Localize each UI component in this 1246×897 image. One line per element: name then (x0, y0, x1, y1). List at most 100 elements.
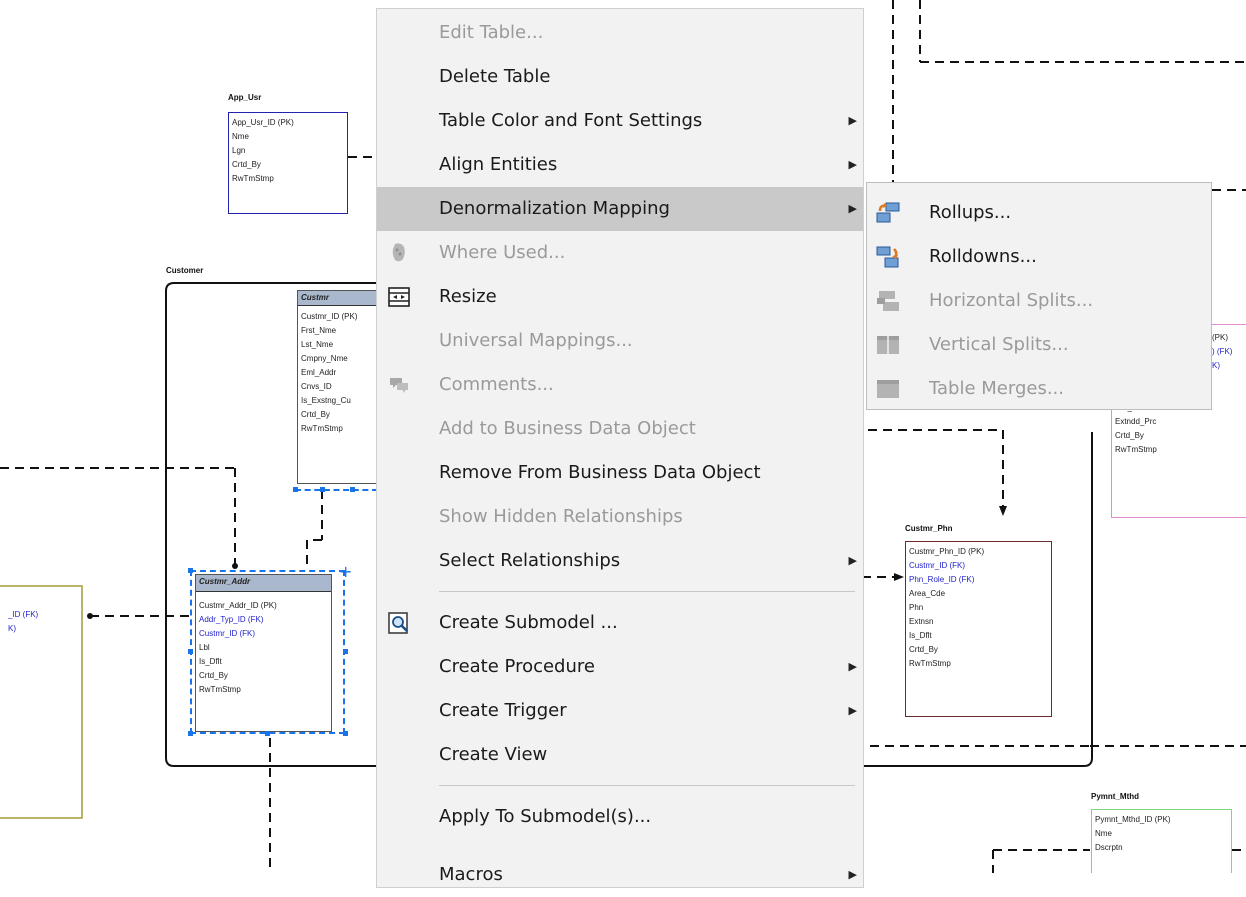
submenu-item-label: Rolldowns... (929, 246, 1037, 267)
entity-row: Crtd_By (909, 645, 938, 654)
selection-handle[interactable] (188, 568, 193, 573)
menu-item-label: Delete Table (439, 66, 551, 87)
submenu-item-label: Table Merges... (929, 378, 1064, 399)
menu-item-create-trigger[interactable]: Create Trigger ▶ (377, 689, 863, 733)
entity-row: K) (8, 624, 16, 633)
group-title-customer: Customer (166, 266, 204, 275)
submenu-item-table-merges[interactable]: Table Merges... (867, 367, 1211, 411)
entity-row: Crtd_By (232, 160, 261, 169)
entity-row: Is_Dflt (909, 631, 932, 640)
menu-item-edit-table[interactable]: Edit Table... (377, 11, 863, 55)
menu-item-macros[interactable]: Macros ▶ (377, 853, 863, 897)
selection-outline (295, 489, 378, 491)
vertical-splits-icon (877, 336, 899, 354)
menu-item-label: Create Trigger (439, 700, 567, 721)
entity-row: Phn_Role_ID (FK) (909, 575, 975, 584)
menu-item-create-procedure[interactable]: Create Procedure ▶ (377, 645, 863, 689)
entity-custmr[interactable]: Custmr Custmr_ID (PK) Frst_Nme Lst_Nme C… (297, 290, 378, 484)
entity-row: Dscrptn (1095, 843, 1123, 852)
entity-row: Area_Cde (909, 589, 946, 598)
entity-row: Crtd_By (301, 410, 330, 419)
menu-item-label: Comments... (439, 374, 554, 395)
menu-item-universal-mappings[interactable]: Universal Mappings... (377, 319, 863, 363)
menu-item-select-relationships[interactable]: Select Relationships ▶ (377, 539, 863, 583)
menu-item-resize[interactable]: Resize (377, 275, 863, 319)
entity-row: RwTmStmp (232, 174, 274, 183)
menu-item-label: Add to Business Data Object (439, 418, 696, 439)
submenu-arrow-icon: ▶ (848, 158, 857, 171)
entity-row: Lst_Nme (301, 340, 334, 349)
comments-icon (390, 378, 408, 393)
entity-left-olive[interactable]: _ID (FK) K) (0, 608, 80, 638)
entity-row: _ID (FK) (8, 610, 39, 619)
denormalization-submenu: Rollups... Rolldowns... Horizontal Split… (866, 182, 1212, 410)
rollups-icon (876, 202, 900, 223)
submenu-item-horizontal-splits[interactable]: Horizontal Splits... (867, 279, 1211, 323)
menu-item-label: Select Relationships (439, 550, 621, 571)
entity-row: Custmr_Phn_ID (PK) (909, 547, 985, 556)
menu-item-show-hidden-relationships[interactable]: Show Hidden Relationships (377, 495, 863, 539)
menu-item-label: Show Hidden Relationships (439, 506, 683, 527)
menu-item-label: Create Procedure (439, 656, 595, 677)
menu-item-label: Remove From Business Data Object (439, 462, 761, 483)
menu-item-label: Apply To Submodel(s)... (439, 806, 652, 827)
entity-row: Frst_Nme (301, 326, 337, 335)
entity-pymnt-mthd[interactable]: Pymnt_Mthd_ID (PK) Nme Dscrptn (1091, 809, 1232, 873)
submenu-arrow-icon: ▶ (848, 114, 857, 127)
entity-header: Custmr (298, 291, 378, 306)
menu-item-apply-to-submodels[interactable]: Apply To Submodel(s)... (377, 795, 863, 839)
menu-item-comments[interactable]: Comments... (377, 363, 863, 407)
resize-icon (388, 287, 410, 307)
submenu-arrow-icon: ▶ (848, 660, 857, 673)
entity-row: Is_Exstng_Cu (301, 396, 351, 405)
menu-item-where-used[interactable]: Where Used... (377, 231, 863, 275)
selection-handle[interactable] (265, 731, 270, 736)
submenu-arrow-icon: ▶ (848, 868, 857, 881)
menu-item-denormalization-mapping[interactable]: Denormalization Mapping ▶ (377, 187, 863, 231)
submenu-item-label: Horizontal Splits... (929, 290, 1094, 311)
menu-item-remove-from-business-data-object[interactable]: Remove From Business Data Object (377, 451, 863, 495)
menu-item-table-color-font-settings[interactable]: Table Color and Font Settings ▶ (377, 99, 863, 143)
submenu-item-rollups[interactable]: Rollups... (867, 191, 1211, 235)
entity-title-custmr-phn: Custmr_Phn (905, 524, 953, 533)
entity-row: App_Usr_ID (PK) (232, 118, 294, 127)
menu-item-align-entities[interactable]: Align Entities ▶ (377, 143, 863, 187)
selection-handle[interactable] (188, 731, 193, 736)
rolldowns-icon (876, 246, 899, 268)
entity-title-pymnt-mthd: Pymnt_Mthd (1091, 792, 1139, 801)
entity-row: Nme (232, 132, 249, 141)
selection-handle[interactable] (343, 649, 348, 654)
entity-row: Cnvs_ID (301, 382, 332, 391)
create-submodel-icon (388, 612, 408, 634)
submenu-item-vertical-splits[interactable]: Vertical Splits... (867, 323, 1211, 367)
menu-item-label: Edit Table... (439, 22, 544, 43)
entity-title-app-usr: App_Usr (228, 93, 262, 102)
selection-handle[interactable] (343, 731, 348, 736)
entity-row: Crtd_By (1115, 431, 1144, 440)
menu-item-create-submodel[interactable]: Create Submodel ... (377, 601, 863, 645)
menu-item-label: Create View (439, 744, 548, 765)
entity-row: Pymnt_Mthd_ID (PK) (1095, 815, 1171, 824)
entity-row: Custmr_ID (FK) (909, 561, 965, 570)
menu-item-label: Create Submodel ... (439, 612, 618, 633)
submenu-arrow-icon: ▶ (848, 202, 857, 215)
where-used-icon (392, 243, 405, 262)
entity-row: Lgn (232, 146, 246, 155)
entity-row: RwTmStmp (301, 424, 343, 433)
submenu-item-label: Rollups... (929, 202, 1012, 223)
selection-outline (190, 570, 345, 734)
entity-row: Extndd_Prc (1115, 417, 1157, 426)
entity-app-usr[interactable]: App_Usr_ID (PK) Nme Lgn Crtd_By RwTmStmp (228, 112, 348, 214)
entity-row: Nme (1095, 829, 1112, 838)
submenu-arrow-icon: ▶ (848, 554, 857, 567)
submenu-item-label: Vertical Splits... (929, 334, 1069, 355)
menu-item-create-view[interactable]: Create View (377, 733, 863, 777)
submenu-arrow-icon: ▶ (848, 704, 857, 717)
menu-item-delete-table[interactable]: Delete Table (377, 55, 863, 99)
selection-handle[interactable] (188, 649, 193, 654)
menu-item-label: Universal Mappings... (439, 330, 633, 351)
submenu-item-rolldowns[interactable]: Rolldowns... (867, 235, 1211, 279)
menu-separator (439, 591, 855, 592)
entity-custmr-phn[interactable]: Custmr_Phn_ID (PK) Custmr_ID (FK) Phn_Ro… (905, 541, 1052, 717)
menu-item-add-to-business-data-object[interactable]: Add to Business Data Object (377, 407, 863, 451)
